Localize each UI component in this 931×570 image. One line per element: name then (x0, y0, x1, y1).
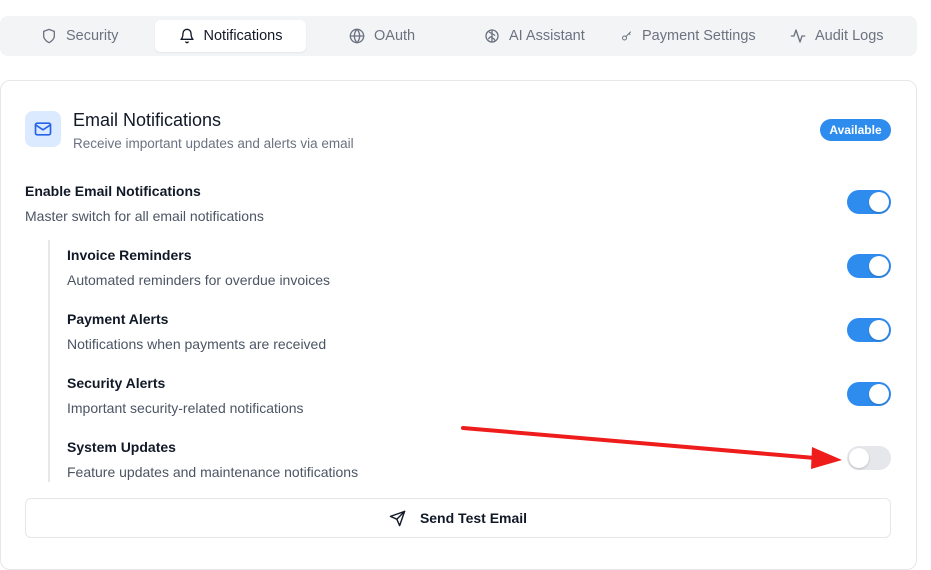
brain-icon (485, 29, 499, 43)
tab-security[interactable]: Security (41, 20, 118, 52)
bell-icon (179, 28, 194, 44)
globe-icon (349, 28, 365, 44)
shield-icon (43, 28, 55, 44)
payment-alerts-toggle[interactable] (847, 318, 891, 342)
send-test-email-button[interactable]: Send Test Email (25, 498, 891, 538)
option-desc-payment-alerts: Notifications when payments are received (67, 336, 327, 352)
security-alerts-toggle[interactable] (847, 382, 891, 406)
tab-label: OAuth (374, 28, 416, 44)
mail-icon-container (25, 111, 61, 147)
tab-payment-settings[interactable]: Payment Settings (621, 20, 756, 52)
option-desc-system-updates: Feature updates and maintenance notifica… (67, 464, 359, 480)
invoice-reminders-toggle[interactable] (847, 254, 891, 278)
card-title: Email Notifications (73, 110, 222, 130)
toggle-knob (869, 192, 889, 212)
toggle-knob (869, 256, 889, 276)
system-updates-toggle[interactable] (847, 446, 891, 470)
tab-ai-assistant[interactable]: AI Assistant (484, 20, 585, 52)
send-button-label: Send Test Email (419, 510, 528, 526)
tab-oauth[interactable]: OAuth (349, 20, 415, 52)
toggle-knob (869, 384, 889, 404)
settings-tab-bar: Security Notifications OAuth AI Assistan… (0, 16, 917, 56)
master-switch-desc: Master switch for all email notification… (25, 208, 264, 224)
tab-label: AI Assistant (509, 28, 585, 44)
send-icon (389, 510, 406, 526)
key-icon (622, 31, 631, 41)
master-switch-title: Enable Email Notifications (25, 183, 201, 199)
option-title-security-alerts: Security Alerts (67, 375, 166, 391)
tab-notifications[interactable]: Notifications (155, 20, 306, 52)
tab-label: Security (66, 28, 119, 44)
mail-icon (34, 122, 52, 136)
toggle-knob (869, 320, 889, 340)
tab-label: Notifications (203, 28, 283, 44)
option-desc-security-alerts: Important security-related notifications (67, 400, 304, 416)
option-title-system-updates: System Updates (67, 439, 176, 455)
activity-icon (790, 29, 806, 43)
master-email-toggle[interactable] (847, 190, 891, 214)
nested-options-divider (48, 240, 50, 482)
option-title-payment-alerts: Payment Alerts (67, 311, 169, 327)
tab-label: Audit Logs (815, 28, 884, 44)
toggle-knob (849, 448, 869, 468)
tab-audit-logs[interactable]: Audit Logs (790, 20, 884, 52)
status-badge: Available (820, 119, 891, 141)
card-subtitle: Receive important updates and alerts via… (73, 136, 354, 151)
option-title-invoice-reminders: Invoice Reminders (67, 247, 192, 263)
tab-label: Payment Settings (642, 28, 756, 44)
option-desc-invoice-reminders: Automated reminders for overdue invoices (67, 272, 331, 288)
